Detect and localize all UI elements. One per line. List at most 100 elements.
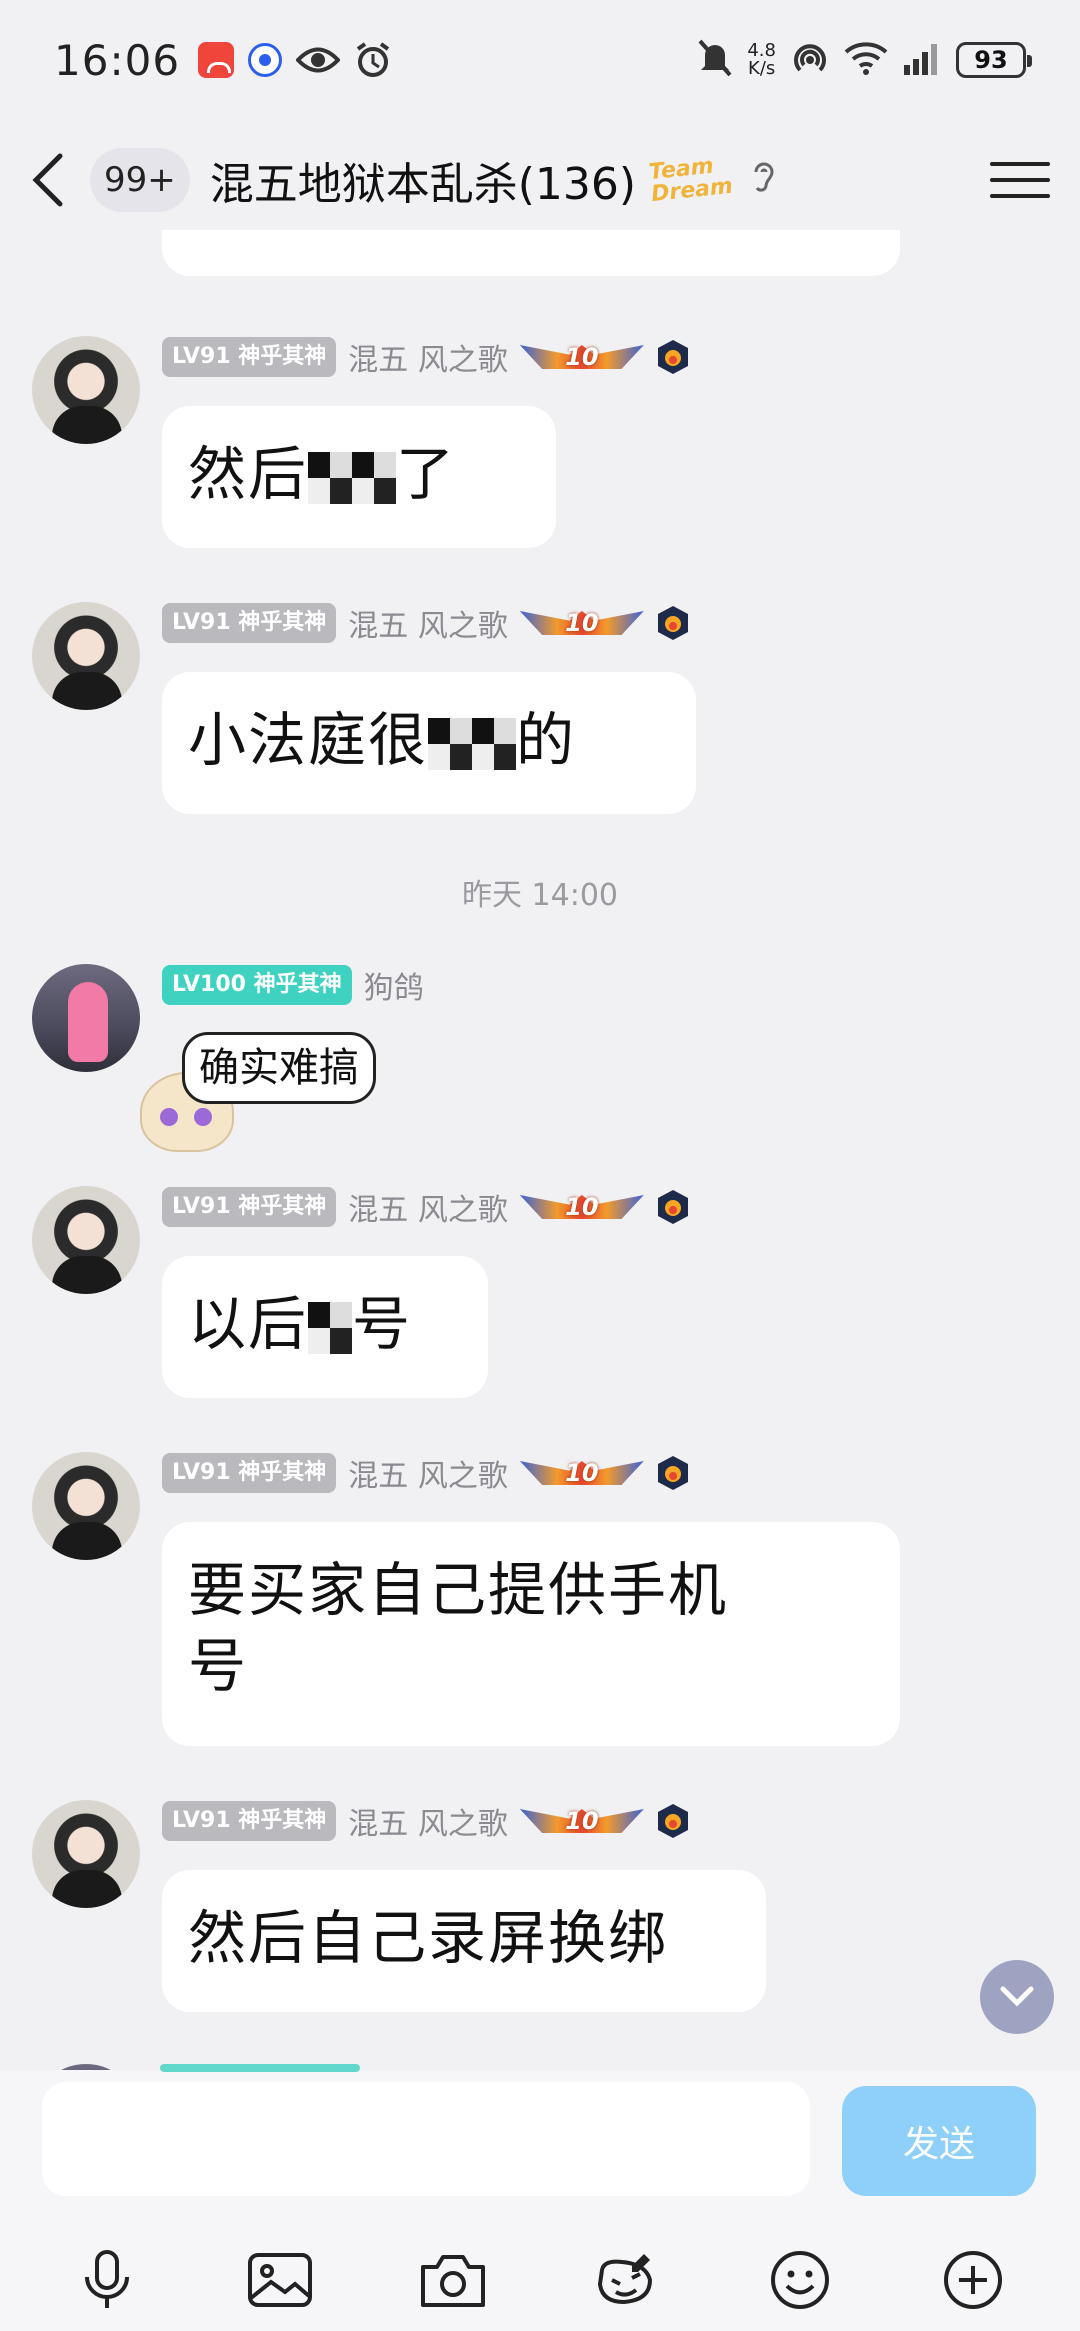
input-toolbar bbox=[0, 2230, 1080, 2330]
status-time: 16:06 bbox=[54, 35, 181, 85]
chevron-down-icon bbox=[1000, 1986, 1034, 2007]
mosaic-censor bbox=[428, 717, 473, 770]
ear-mode-icon[interactable] bbox=[750, 158, 778, 202]
medal-badge: 10 bbox=[520, 339, 644, 375]
mosaic-censor bbox=[472, 717, 517, 770]
sender-meta: LV91 神乎其神 混五 风之歌 10 bbox=[162, 1452, 690, 1494]
camera-icon[interactable] bbox=[413, 2240, 493, 2320]
back-button[interactable] bbox=[30, 140, 80, 220]
hexagon-badge-icon bbox=[657, 1190, 688, 1224]
team-badge-line2: Dream bbox=[650, 173, 735, 208]
emoji-icon[interactable] bbox=[760, 2240, 840, 2320]
sender-name[interactable]: 狗鸽 bbox=[364, 963, 424, 1007]
message-bubble-partial[interactable] bbox=[162, 230, 900, 276]
level-tag: LV91 神乎其神 bbox=[162, 1453, 337, 1493]
eye-icon bbox=[296, 45, 341, 75]
level-tag: LV91 神乎其神 bbox=[162, 337, 337, 377]
message-text: 要买家自己提供手机 bbox=[188, 1556, 729, 1624]
sender-name[interactable]: 混五 风之歌 bbox=[348, 1185, 508, 1229]
message-text: 号 bbox=[188, 1632, 249, 1700]
microphone-icon[interactable] bbox=[67, 2240, 147, 2320]
medal-badge: 10 bbox=[520, 605, 644, 641]
medal-badge: 10 bbox=[520, 1189, 644, 1225]
message-list[interactable]: LV91 神乎其神 混五 风之歌 10 然后 了 LV91 神乎其神 混五 风之歌… bbox=[0, 230, 1080, 2070]
medal-number: 10 bbox=[565, 609, 599, 637]
avatar[interactable] bbox=[32, 1800, 140, 1908]
sender-meta: LV91 神乎其神 混五 风之歌 10 bbox=[162, 1186, 690, 1228]
level-tag: LV91 神乎其神 bbox=[162, 1801, 337, 1841]
status-bar: 16:06 4.8 K/s 93 bbox=[0, 0, 1080, 120]
blue-app-icon bbox=[248, 43, 283, 77]
chevron-left-icon bbox=[32, 153, 63, 207]
message-bubble[interactable]: 小法庭很 的 bbox=[162, 672, 696, 814]
menu-button[interactable] bbox=[990, 150, 1050, 210]
mosaic-censor bbox=[308, 451, 353, 504]
message-text: 号 bbox=[352, 1290, 413, 1358]
sticker-edit-icon[interactable] bbox=[587, 2240, 667, 2320]
hexagon-badge-icon bbox=[657, 340, 688, 374]
avatar[interactable] bbox=[32, 336, 140, 444]
sticker-text: 确实难搞 bbox=[182, 1032, 376, 1104]
group-title[interactable]: 混五地狱本乱杀(136) bbox=[210, 148, 636, 212]
avatar[interactable] bbox=[32, 964, 140, 1072]
sender-meta: LV91 神乎其神 混五 风之歌 10 bbox=[162, 336, 690, 378]
sticker-message[interactable]: 确实难搞 bbox=[140, 1032, 410, 1152]
battery-indicator: 93 bbox=[956, 42, 1032, 78]
notification-icons bbox=[198, 41, 392, 79]
level-tag: LV91 神乎其神 bbox=[162, 603, 337, 643]
sender-meta: LV100 神乎其神 狗鸽 bbox=[162, 964, 424, 1006]
sender-meta: LV91 神乎其神 混五 风之歌 10 bbox=[162, 602, 690, 644]
time-separator: 昨天 14:00 bbox=[462, 878, 618, 913]
message-text: 小法庭很 bbox=[188, 706, 429, 774]
scroll-to-bottom-button[interactable] bbox=[980, 1960, 1054, 2034]
message-input[interactable] bbox=[42, 2082, 810, 2196]
mosaic-censor bbox=[352, 451, 397, 504]
mute-bell-icon bbox=[697, 38, 733, 82]
chat-header: 99+ 混五地狱本乱杀(136) Team Dream bbox=[0, 130, 1080, 230]
medal-badge: 10 bbox=[520, 1803, 644, 1839]
message-bubble[interactable]: 然后自己录屏换绑 bbox=[162, 1870, 766, 2012]
sender-name[interactable]: 混五 风之歌 bbox=[348, 1799, 508, 1843]
hotspot-icon bbox=[790, 38, 830, 82]
hexagon-badge-icon bbox=[657, 1804, 688, 1838]
message-text: 以后 bbox=[188, 1290, 309, 1358]
sender-name[interactable]: 混五 风之歌 bbox=[348, 601, 508, 645]
alarm-icon bbox=[354, 41, 392, 79]
sender-name[interactable]: 混五 风之歌 bbox=[348, 1451, 508, 1495]
mosaic-censor bbox=[308, 1301, 353, 1354]
partial-level-tag bbox=[160, 2064, 360, 2072]
message-text: 了 bbox=[396, 440, 457, 508]
plus-icon[interactable] bbox=[933, 2240, 1013, 2320]
message-bubble[interactable]: 要买家自己提供手机 号 bbox=[162, 1522, 900, 1746]
menu-line bbox=[990, 178, 1050, 182]
message-text: 的 bbox=[516, 706, 577, 774]
signal-icon bbox=[902, 41, 942, 79]
sender-name[interactable]: 混五 风之歌 bbox=[348, 335, 508, 379]
unread-count-badge[interactable]: 99+ bbox=[90, 148, 190, 212]
level-tag: LV100 神乎其神 bbox=[162, 965, 352, 1005]
wifi-icon bbox=[844, 40, 888, 80]
medal-badge: 10 bbox=[520, 1455, 644, 1491]
menu-line bbox=[990, 194, 1050, 198]
message-bubble[interactable]: 以后号 bbox=[162, 1256, 488, 1398]
message-text: 然后 bbox=[188, 440, 309, 508]
medal-number: 10 bbox=[565, 1193, 599, 1221]
hexagon-badge-icon bbox=[657, 1456, 688, 1490]
medal-number: 10 bbox=[565, 343, 599, 371]
menu-line bbox=[990, 162, 1050, 166]
avatar[interactable] bbox=[32, 1452, 140, 1560]
medal-number: 10 bbox=[565, 1807, 599, 1835]
avatar[interactable] bbox=[32, 602, 140, 710]
sender-meta: LV91 神乎其神 混五 风之歌 10 bbox=[162, 1800, 690, 1842]
team-dream-badge: Team Dream bbox=[648, 154, 735, 208]
send-button[interactable]: 发送 bbox=[842, 2086, 1036, 2196]
medal-number: 10 bbox=[565, 1459, 599, 1487]
status-right: 4.8 K/s 93 bbox=[697, 38, 1032, 82]
avatar[interactable] bbox=[32, 1186, 140, 1294]
image-icon[interactable] bbox=[240, 2240, 320, 2320]
level-tag: LV91 神乎其神 bbox=[162, 1187, 337, 1227]
hexagon-badge-icon bbox=[657, 606, 688, 640]
message-bubble[interactable]: 然后 了 bbox=[162, 406, 556, 548]
network-speed: 4.8 K/s bbox=[747, 42, 776, 78]
input-area: 发送 bbox=[0, 2064, 1080, 2331]
